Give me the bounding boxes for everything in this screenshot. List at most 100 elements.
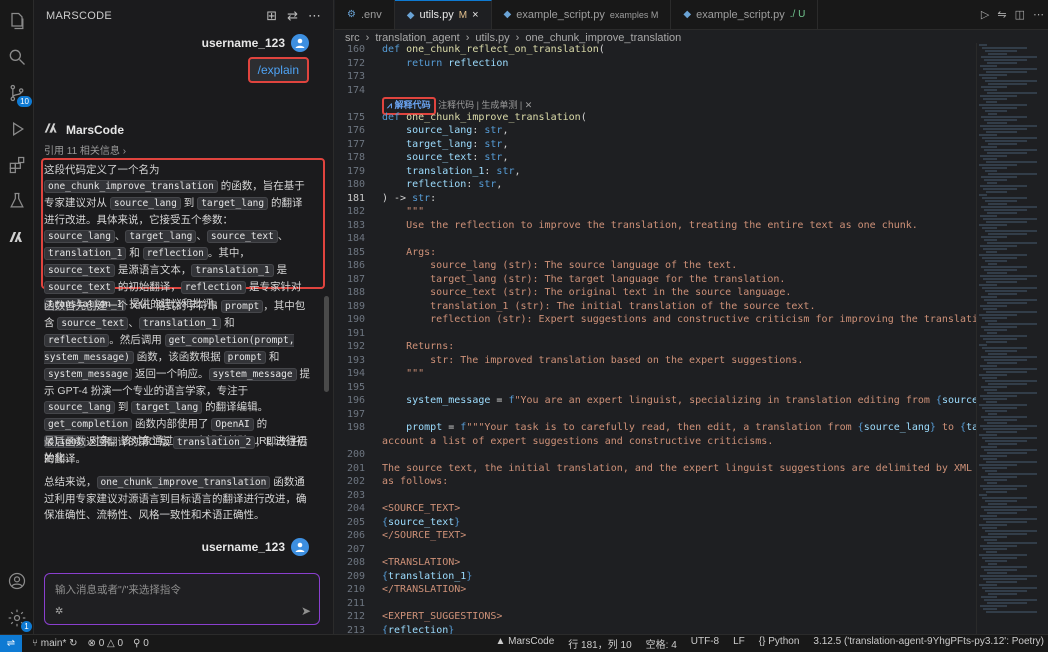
line-number: 184 — [346, 233, 365, 244]
line-number: 212 — [346, 611, 365, 622]
minimap-line — [979, 374, 1007, 376]
minimap-line — [979, 284, 997, 286]
minimap[interactable] — [976, 43, 1048, 634]
tab-1[interactable]: ⚙ .env — [335, 0, 395, 29]
references-toggle[interactable]: 引用 11 相关信息 › — [44, 142, 126, 157]
code-line: 201 The source text, the initial translat… — [335, 462, 976, 476]
python-icon: ◆ — [683, 9, 692, 20]
minimap-line — [984, 179, 1007, 181]
cursor-position[interactable]: 行 181，列 10 — [568, 636, 631, 651]
marscode-status[interactable]: ▲ MarsCode — [495, 636, 554, 651]
minimap-line — [981, 506, 1037, 508]
answer-text: 函数内部使用了 — [132, 418, 212, 430]
line-number: 185 — [346, 246, 365, 258]
code-text: {reflection} — [382, 624, 455, 635]
minimap-line — [980, 245, 1017, 247]
minimap-line — [988, 443, 1017, 445]
minimap-line — [983, 488, 1017, 490]
code-text: return reflection — [406, 57, 509, 69]
minimap-line — [988, 473, 1037, 475]
problems-status[interactable]: ⊗ 0 △ 0 — [88, 638, 124, 649]
code-line: 174 — [335, 84, 976, 98]
chat-settings-icon[interactable]: ⇄ — [287, 8, 298, 24]
line-number: 210 — [346, 584, 365, 595]
inline-code: translation_1 — [138, 317, 222, 330]
codelens-other-actions[interactable]: 注释代码 | 生成单测 | ✕ — [436, 100, 532, 110]
branch-label: main* — [40, 638, 67, 649]
code-line: 213 {reflection} — [335, 624, 976, 635]
source-control-icon[interactable]: 10 — [6, 82, 32, 107]
minimap-line — [982, 47, 1027, 49]
tab-2[interactable]: ◆ utils.py M × — [394, 0, 492, 29]
chat-input[interactable]: 输入消息或者"/"来选择指令 ✲ ➤ — [44, 573, 320, 625]
minimap-line — [986, 521, 1027, 523]
code-editor[interactable]: 160 def one_chunk_reflect_on_translation(… — [335, 43, 976, 634]
python-interpreter[interactable]: 3.12.5 ('translation-agent-9YhgPFts-py3.… — [813, 636, 1044, 651]
compare-icon[interactable]: ⇋ — [997, 8, 1006, 21]
encoding[interactable]: UTF-8 — [691, 636, 719, 651]
send-icon[interactable]: ➤ — [301, 604, 311, 618]
settings-gear-icon[interactable]: 1 — [6, 607, 32, 632]
tab-4[interactable]: ◆ example_script.py ./ U — [671, 0, 819, 29]
line-number: 187 — [346, 273, 365, 285]
split-editor-icon[interactable]: ◫ — [1015, 8, 1025, 21]
user-name: username_123 — [201, 36, 285, 50]
minimap-line — [986, 191, 1007, 193]
end-of-line[interactable]: LF — [733, 636, 745, 651]
minimap-line — [982, 227, 997, 229]
minimap-line — [984, 479, 1007, 481]
minimap-line — [984, 89, 997, 91]
code-text: The source text, the initial translation… — [382, 462, 973, 474]
minimap-line — [979, 44, 987, 46]
minimap-line — [988, 233, 1027, 235]
testing-flask-icon[interactable] — [6, 190, 28, 212]
inline-code: source_lang — [44, 230, 115, 243]
answer-paragraph-4: 总结来说， one_chunk_improve_translation 函数通过利… — [44, 474, 310, 523]
line-number: 181 — [346, 192, 365, 204]
minimap-line — [980, 335, 1027, 337]
chat-scrollbar[interactable] — [324, 296, 329, 392]
minimap-line — [983, 278, 1027, 280]
minimap-line — [988, 293, 1017, 295]
line-number: 203 — [346, 489, 365, 501]
run-debug-icon[interactable] — [6, 118, 28, 140]
branch-status[interactable]: ⑂ main* ↻ — [32, 638, 78, 649]
minimap-line — [987, 392, 1037, 394]
python-icon: ◆ — [503, 9, 512, 20]
indentation[interactable]: 空格: 4 — [646, 636, 677, 651]
code-line: 179 translation_1: str, — [335, 165, 976, 179]
answer-text: 的初始翻译， — [114, 281, 181, 293]
search-icon[interactable] — [6, 46, 28, 68]
minimap-line — [981, 356, 1037, 358]
minimap-line — [987, 152, 1027, 154]
line-number: 182 — [346, 206, 365, 217]
new-chat-icon[interactable]: ⊞ — [266, 8, 277, 24]
minimap-line — [983, 308, 997, 310]
run-icon[interactable]: ▷ — [981, 8, 989, 21]
code-line: 176 source_lang: str, — [335, 124, 976, 138]
remote-icon[interactable]: ⇌ — [0, 634, 22, 652]
language-mode[interactable]: {} Python — [759, 636, 800, 651]
tab-3[interactable]: ◆ example_script.py examples M — [492, 0, 672, 29]
answer-text: 的 — [253, 418, 268, 430]
code-text: as follows: — [382, 476, 449, 487]
explorer-icon[interactable] — [6, 10, 28, 32]
minimap-line — [981, 386, 1007, 388]
minimap-line — [984, 449, 1037, 451]
code-text: source_lang (str): The source language o… — [382, 260, 738, 271]
ports-status[interactable]: ⚲ 0 — [133, 638, 149, 649]
minimap-line — [980, 545, 1017, 547]
extensions-icon[interactable] — [6, 154, 28, 176]
code-line: 183 Use the reflection to improve the tr… — [335, 219, 976, 233]
more-icon[interactable]: ⋯ — [308, 8, 321, 24]
minimap-line — [985, 110, 1007, 112]
close-icon[interactable]: × — [472, 9, 478, 21]
marscode-logo-icon[interactable] — [6, 226, 28, 248]
sparkle-icon[interactable]: ✲ — [55, 606, 63, 617]
inline-code: prompt — [220, 300, 264, 313]
code-line: 194 """ — [335, 367, 976, 381]
more-icon[interactable]: ⋯ — [1033, 8, 1044, 21]
inline-code: source_lang — [44, 401, 115, 414]
account-icon[interactable] — [6, 570, 28, 592]
inline-code: reflection — [44, 334, 110, 347]
